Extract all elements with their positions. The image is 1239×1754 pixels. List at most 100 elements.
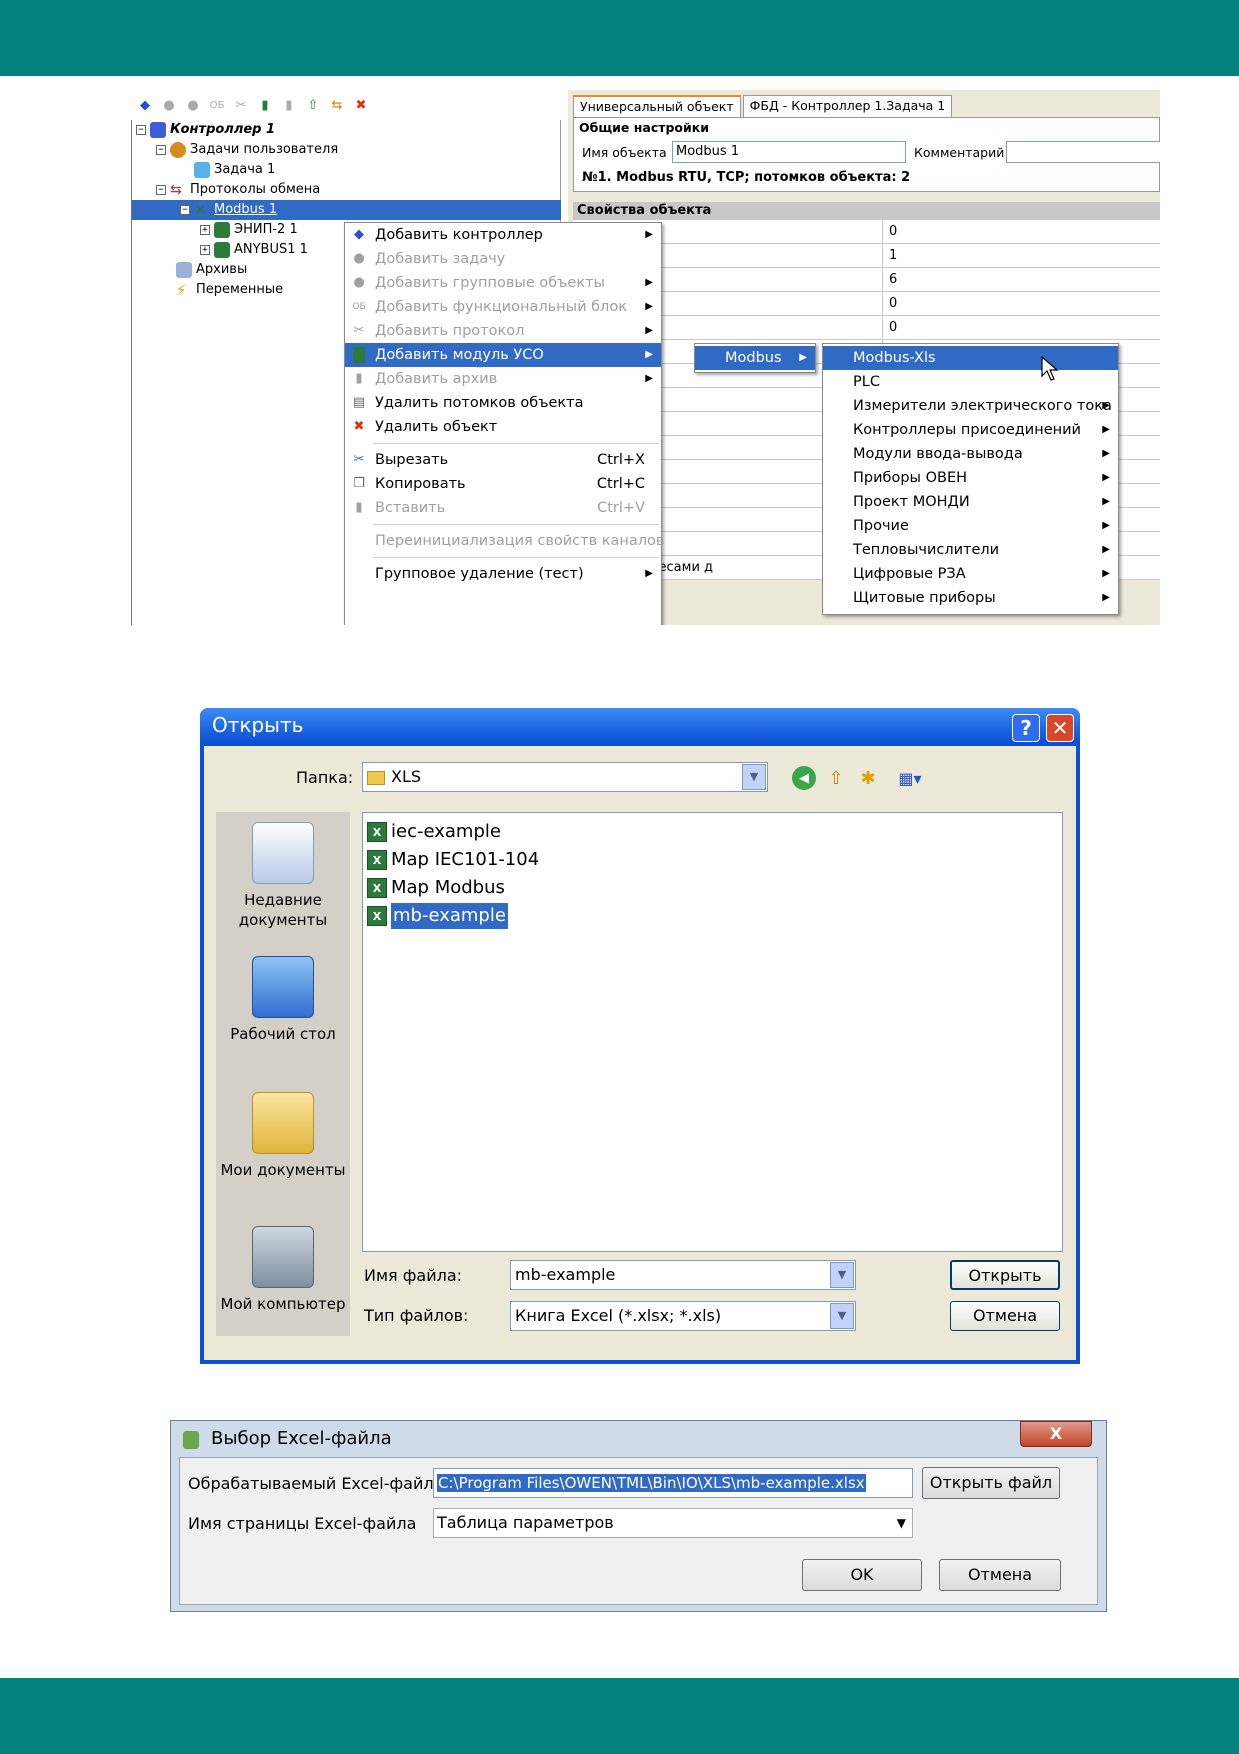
add-protocol-icon[interactable]: ✂ <box>231 95 251 115</box>
shortcut-label: Ctrl+V <box>597 500 645 516</box>
menu-item-device-group[interactable]: Прочие ▶ <box>823 514 1118 538</box>
collapse-icon[interactable]: − <box>156 145 166 155</box>
place-mydocs[interactable]: Мои документы <box>216 1092 350 1180</box>
menu-item-add-group[interactable]: ● Добавить групповые объекты ▶ <box>345 271 661 295</box>
menu-item-device-group[interactable]: PLC <box>823 370 1118 394</box>
collapse-icon[interactable]: − <box>136 125 146 135</box>
menu-item-modbus[interactable]: Modbus ▶ <box>695 346 815 370</box>
tree-node-anybus[interactable]: + ANYBUS1 1 <box>200 240 308 260</box>
tab-fbd[interactable]: ФБД - Контроллер 1.Задача 1 <box>742 95 953 117</box>
shortcut-label: Ctrl+C <box>596 476 645 492</box>
menu-item-device-group[interactable]: Цифровые РЗА ▶ <box>823 562 1118 586</box>
place-mycomputer[interactable]: Мой компьютер <box>216 1226 350 1314</box>
filetype-select[interactable]: Книга Excel (*.xlsx; *.xls) ▼ <box>510 1301 856 1331</box>
back-icon[interactable]: ◀ <box>792 766 816 790</box>
comment-input[interactable] <box>1006 141 1160 163</box>
sheet-name-select[interactable]: Таблица параметров ▼ <box>433 1508 913 1538</box>
add-task-icon[interactable]: ● <box>159 95 179 115</box>
menu-item-add-archive[interactable]: ▮ Добавить архив ▶ <box>345 367 661 391</box>
property-value[interactable]: 0 <box>889 292 897 316</box>
menu-item-add-task[interactable]: ● Добавить задачу <box>345 247 661 271</box>
expand-icon[interactable]: + <box>200 245 210 255</box>
open-button[interactable]: Открыть <box>950 1260 1060 1290</box>
tree-node-label: ЭНИП-2 1 <box>234 222 298 237</box>
folder-label: Папка: <box>296 768 354 787</box>
tree-node-task1[interactable]: Задача 1 <box>194 160 275 180</box>
menu-item-delete-object[interactable]: ✖ Удалить объект <box>345 415 661 439</box>
cancel-button[interactable]: Отмена <box>950 1301 1060 1331</box>
file-item[interactable]: Xmb-example <box>367 903 508 929</box>
file-name: iec-example <box>391 821 501 842</box>
property-value[interactable]: 6 <box>889 268 897 292</box>
menu-item-add-io-module[interactable]: Добавить модуль УСО ▶ <box>345 343 661 367</box>
menu-item-device-group[interactable]: Щитовые приборы ▶ <box>823 586 1118 610</box>
menu-item-add-controller[interactable]: ◆ Добавить контроллер ▶ <box>345 223 661 247</box>
menu-item-add-fb[interactable]: ОБ Добавить функциональный блок ▶ <box>345 295 661 319</box>
menu-item-cut[interactable]: ✂ Вырезать Ctrl+X <box>345 448 661 472</box>
object-name-label: Имя объекта <box>582 145 667 160</box>
menu-item-delete-children[interactable]: ▤ Удалить потомков объекта <box>345 391 661 415</box>
expand-icon[interactable]: + <box>200 225 210 235</box>
ok-button[interactable]: OK <box>802 1559 922 1591</box>
dropdown-arrow-icon[interactable]: ▼ <box>897 1509 906 1537</box>
menu-item-device-group[interactable]: Модули ввода-вывода ▶ <box>823 442 1118 466</box>
tree-node-protocols[interactable]: − ⇆ Протоколы обмена <box>156 180 320 200</box>
excel-file-input[interactable]: C:\Program Files\OWEN\TML\Bin\IO\XLS\mb-… <box>433 1468 913 1498</box>
view-menu-icon[interactable]: ▦▾ <box>890 766 930 790</box>
tree-node-archives[interactable]: Архивы <box>176 260 247 280</box>
object-name-input[interactable]: Modbus 1 <box>672 141 906 163</box>
file-item[interactable]: X Map IEC101-104 <box>367 847 539 873</box>
tree-node-vars[interactable]: ⚡ Переменные <box>176 280 283 300</box>
file-item[interactable]: Xiec-example <box>367 819 501 845</box>
open-file-button[interactable]: Открыть файл <box>922 1467 1060 1499</box>
menu-item-paste[interactable]: ▮ Вставить Ctrl+V <box>345 496 661 520</box>
filename-input[interactable]: mb-example ▼ <box>510 1260 856 1290</box>
collapse-icon[interactable]: − <box>180 205 190 215</box>
add-controller-icon[interactable]: ◆ <box>135 95 155 115</box>
add-io-module-icon[interactable]: ▮ <box>255 95 275 115</box>
import-icon[interactable]: ⇧ <box>303 95 323 115</box>
chevron-down-icon[interactable]: ▼ <box>742 764 766 790</box>
tree-node-root[interactable]: − Контроллер 1 <box>136 120 275 140</box>
menu-item-reinit[interactable]: Переинициализация свойств каналов <box>345 529 664 553</box>
add-archive-icon[interactable]: ▮ <box>279 95 299 115</box>
chevron-down-icon[interactable]: ▼ <box>830 1262 854 1288</box>
close-button[interactable]: ✕ <box>1046 714 1074 742</box>
tree-node-enip[interactable]: + ЭНИП-2 1 <box>200 220 298 240</box>
menu-item-device-group[interactable]: Приборы ОВЕН ▶ <box>823 466 1118 490</box>
folder-combo[interactable]: XLS ▼ <box>362 762 768 792</box>
io-module-icon <box>353 347 365 363</box>
fb-icon: ОБ <box>352 302 366 312</box>
close-button[interactable]: X <box>1020 1421 1092 1447</box>
tree-node-tasks[interactable]: − Задачи пользователя <box>156 140 338 160</box>
menu-item-device-group[interactable]: Контроллеры присоединений ▶ <box>823 418 1118 442</box>
file-list: Xiec-example X Map IEC101-104 X Map Modbus Xm… <box>362 812 1063 1252</box>
menu-item-device-group[interactable]: Тепловычислители ▶ <box>823 538 1118 562</box>
menu-item-device-group[interactable]: Измерители электрического тока ▶ <box>823 394 1118 418</box>
place-desktop[interactable]: Рабочий стол <box>216 956 350 1044</box>
tree-node-modbus[interactable]: − ✕ Modbus 1 <box>132 200 561 220</box>
property-value[interactable]: 0 <box>889 220 897 244</box>
delete-icon[interactable]: ✖ <box>351 95 371 115</box>
add-fb-icon[interactable]: ОБ <box>207 95 227 115</box>
property-value[interactable]: 1 <box>889 244 897 268</box>
place-recent[interactable]: Недавние документы <box>216 822 350 930</box>
tab-universal-object[interactable]: Универсальный объект <box>573 95 741 117</box>
add-group-icon[interactable]: ● <box>183 95 203 115</box>
cancel-button[interactable]: Отмена <box>939 1559 1061 1591</box>
export-icon[interactable]: ⇆ <box>327 95 347 115</box>
general-settings: Общие настройки Имя объекта Modbus 1 Ком… <box>573 117 1160 192</box>
menu-item-group-delete[interactable]: Групповое удаление (тест) ▶ <box>345 562 661 586</box>
chevron-down-icon[interactable]: ▼ <box>830 1303 854 1329</box>
menu-item-device-group[interactable]: Проект МОНДИ ▶ <box>823 490 1118 514</box>
up-folder-icon[interactable]: ⇧ <box>824 766 848 790</box>
menu-item-add-protocol[interactable]: ✂ Добавить протокол ▶ <box>345 319 661 343</box>
file-item[interactable]: X Map Modbus <box>367 875 505 901</box>
folder-value: XLS <box>391 767 422 786</box>
help-button[interactable]: ? <box>1012 714 1040 742</box>
new-folder-icon[interactable]: ✱ <box>856 766 880 790</box>
menu-item-device-group[interactable]: Modbus-Xls <box>823 346 1118 370</box>
menu-item-copy[interactable]: ❐ Копировать Ctrl+C <box>345 472 661 496</box>
property-value[interactable]: 0 <box>889 316 897 340</box>
collapse-icon[interactable]: − <box>156 185 166 195</box>
